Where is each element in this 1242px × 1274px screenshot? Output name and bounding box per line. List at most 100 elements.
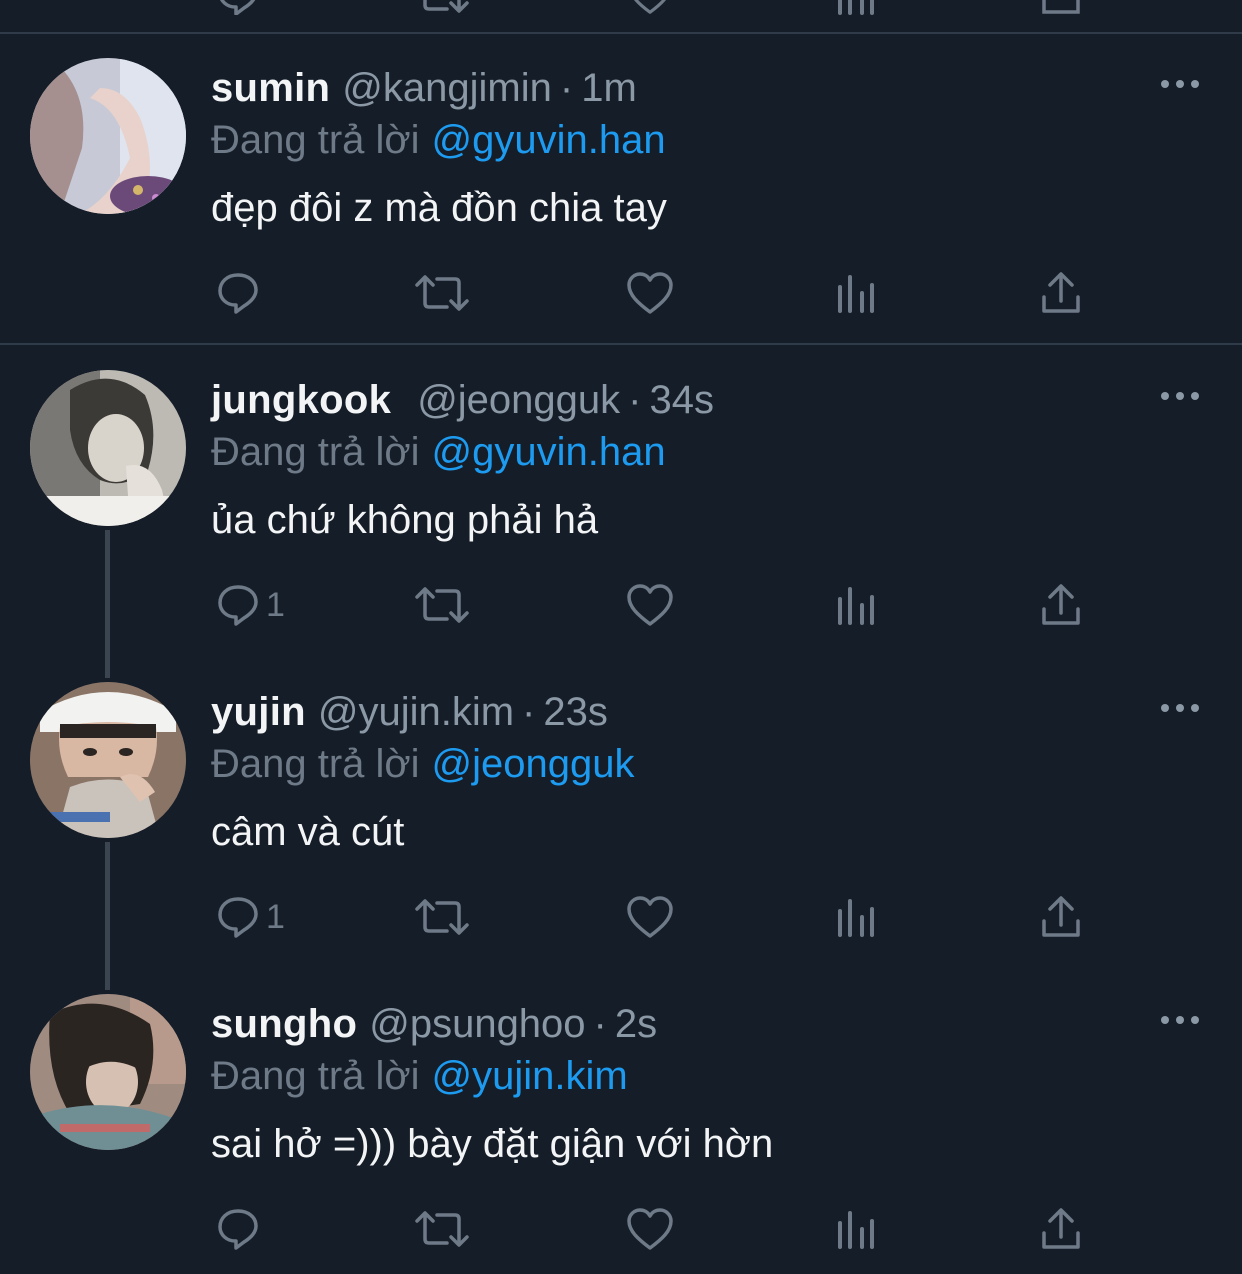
reply-icon xyxy=(218,897,258,938)
like-button[interactable] xyxy=(626,1204,674,1254)
mention-link[interactable]: @yujin.kim xyxy=(432,1054,628,1098)
reply-icon xyxy=(218,1209,258,1250)
replying-to: Đang trả lời @gyuvin.han xyxy=(211,426,666,478)
analytics-button[interactable] xyxy=(836,1204,876,1254)
reply-prefix: Đang trả lời xyxy=(211,430,420,474)
analytics-icon xyxy=(838,899,874,937)
display-name[interactable]: sumin xyxy=(211,66,330,110)
reply-button[interactable]: 1 xyxy=(216,892,285,942)
mention-link[interactable]: @jeongguk xyxy=(432,742,635,786)
tweet-text: đẹp đôi z mà đồn chia tay xyxy=(211,186,667,230)
share-button[interactable] xyxy=(1040,0,1082,20)
retweet-icon xyxy=(415,1211,469,1247)
mention-link[interactable]: @gyuvin.han xyxy=(432,118,666,162)
reply-button[interactable] xyxy=(216,268,266,318)
user-handle[interactable]: @jeongguk xyxy=(417,378,620,422)
tweet[interactable]: sungho @psunghoo · 2s Đang trả lời @yujin.ki… xyxy=(0,994,1242,1264)
avatar-image xyxy=(30,58,186,214)
share-button[interactable] xyxy=(1040,1204,1082,1254)
like-button[interactable] xyxy=(626,892,674,942)
user-handle[interactable]: @psunghoo xyxy=(369,1002,585,1046)
separator: · xyxy=(628,378,642,422)
separator: · xyxy=(522,690,536,734)
analytics-button[interactable] xyxy=(836,580,876,630)
tweet-header: yujin @yujin.kim · 23s xyxy=(211,686,608,738)
avatar[interactable] xyxy=(30,682,186,838)
avatar[interactable] xyxy=(30,58,186,214)
reply-prefix: Đang trả lời xyxy=(211,1054,420,1098)
separator: · xyxy=(559,66,574,110)
display-name[interactable]: sungho xyxy=(211,1002,357,1046)
replying-to: Đang trả lời @jeongguk xyxy=(211,738,635,790)
tweet-actions xyxy=(0,268,1242,318)
timestamp[interactable]: 34s xyxy=(649,378,714,422)
reply-button[interactable] xyxy=(216,1204,266,1254)
like-button[interactable] xyxy=(626,268,674,318)
avatar-image xyxy=(30,370,186,526)
divider xyxy=(0,343,1242,345)
share-button[interactable] xyxy=(1040,892,1082,942)
user-handle[interactable]: @kangjimin xyxy=(342,66,552,110)
more-icon[interactable] xyxy=(1160,1012,1200,1028)
retweet-button[interactable] xyxy=(413,268,471,318)
like-button[interactable] xyxy=(626,0,674,20)
retweet-button[interactable] xyxy=(413,0,471,20)
reply-prefix: Đang trả lời xyxy=(211,742,420,786)
avatar-image xyxy=(30,682,186,838)
retweet-icon xyxy=(415,275,469,311)
display-name[interactable]: jungkook xyxy=(211,378,391,422)
replying-to: Đang trả lời @yujin.kim xyxy=(211,1050,628,1102)
user-handle[interactable]: @yujin.kim xyxy=(318,690,514,734)
tweet[interactable]: sumin @kangjimin · 1m Đang trả lời @gyuvin.h… xyxy=(0,58,1242,328)
mention-link[interactable]: @gyuvin.han xyxy=(432,430,666,474)
share-icon xyxy=(1042,0,1080,14)
retweet-icon xyxy=(423,0,469,13)
timestamp[interactable]: 2s xyxy=(615,1002,657,1046)
tweet-text: sai hở =))) bày đặt giận với hờn xyxy=(211,1122,774,1166)
display-name[interactable]: yujin xyxy=(211,690,306,734)
analytics-button[interactable] xyxy=(836,268,876,318)
like-icon xyxy=(627,896,673,938)
more-icon[interactable] xyxy=(1160,388,1200,404)
more-icon[interactable] xyxy=(1160,700,1200,716)
retweet-button[interactable] xyxy=(413,892,471,942)
avatar-image xyxy=(30,994,186,1150)
tweet-actions: 1 xyxy=(0,580,1242,630)
separator: · xyxy=(593,1002,607,1046)
reply-button[interactable] xyxy=(216,0,260,20)
share-icon xyxy=(1042,584,1080,625)
replying-to: Đang trả lời @gyuvin.han xyxy=(211,114,666,166)
share-icon xyxy=(1042,896,1080,937)
retweet-icon xyxy=(415,587,469,623)
retweet-button[interactable] xyxy=(413,580,471,630)
divider xyxy=(0,32,1242,34)
more-icon[interactable] xyxy=(1160,76,1200,92)
retweet-icon xyxy=(415,899,469,935)
reply-count: 1 xyxy=(266,897,285,936)
tweet[interactable]: yujin @yujin.kim · 23s Đang trả lời @jeonggu… xyxy=(0,682,1242,952)
reply-button[interactable]: 1 xyxy=(216,580,285,630)
tweet[interactable]: jungkook @jeongguk · 34s Đang trả lời @gyuvi… xyxy=(0,370,1242,640)
like-icon xyxy=(627,584,673,626)
share-button[interactable] xyxy=(1040,268,1082,318)
like-button[interactable] xyxy=(626,580,674,630)
analytics-icon xyxy=(838,0,874,15)
analytics-button[interactable] xyxy=(836,0,876,20)
share-button[interactable] xyxy=(1040,580,1082,630)
analytics-icon xyxy=(838,587,874,625)
timestamp[interactable]: 23s xyxy=(543,690,608,734)
avatar[interactable] xyxy=(30,994,186,1150)
like-icon xyxy=(627,272,673,314)
previous-tweet-actions xyxy=(0,0,1242,15)
analytics-icon xyxy=(838,275,874,313)
analytics-icon xyxy=(838,1211,874,1249)
analytics-button[interactable] xyxy=(836,892,876,942)
tweet-header: jungkook @jeongguk · 34s xyxy=(211,374,714,426)
timestamp[interactable]: 1m xyxy=(581,66,637,110)
tweet-text: câm và cút xyxy=(211,810,405,854)
reply-icon xyxy=(220,0,256,15)
like-icon xyxy=(634,0,666,14)
share-icon xyxy=(1042,1208,1080,1249)
avatar[interactable] xyxy=(30,370,186,526)
retweet-button[interactable] xyxy=(413,1204,471,1254)
